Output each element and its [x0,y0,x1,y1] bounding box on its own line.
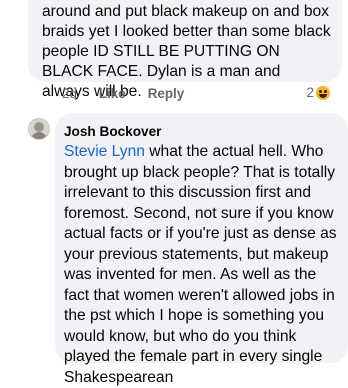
avatar[interactable] [28,118,50,140]
comment-author[interactable]: Josh Bockover [64,123,340,141]
comment-body: what the actual hell. Who brought up bla… [64,143,337,386]
comment-bubble: Josh Bockover Stevie Lynn what the actua… [55,113,348,386]
comment-text: Stevie Lynn what the actual hell. Who br… [64,142,340,388]
reaction-count: 2 [306,85,314,100]
comment-actions: 2d Like Reply [62,86,184,102]
mention-link[interactable]: Stevie Lynn [64,143,145,160]
timestamp[interactable]: 2d [62,86,77,102]
reaction-summary[interactable]: 2 [307,85,330,101]
reply-button[interactable]: Reply [148,86,184,102]
laugh-emoji-icon [316,86,330,100]
like-button[interactable]: Like [99,86,126,102]
previous-comment-bubble: around and put black makeup on and box b… [28,0,342,100]
